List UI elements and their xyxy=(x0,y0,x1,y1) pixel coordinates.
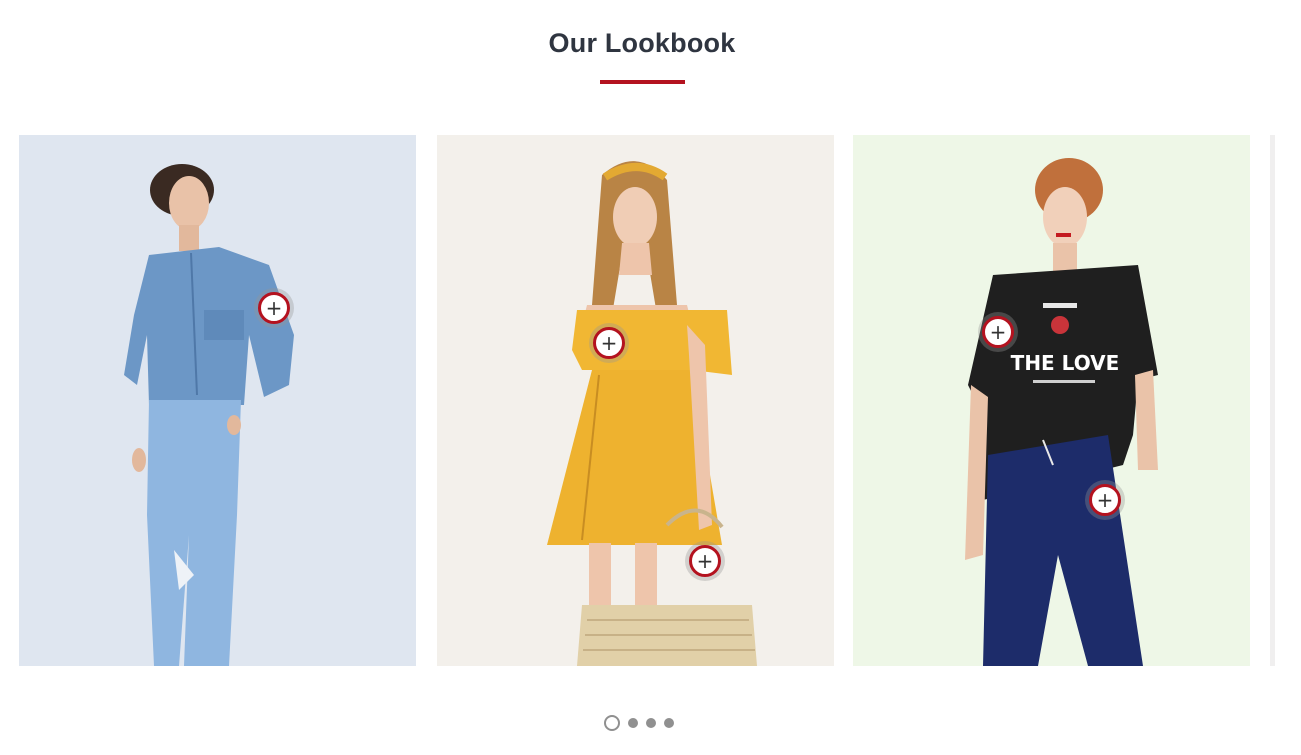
section-title: Our Lookbook xyxy=(548,28,736,58)
plus-icon: + xyxy=(593,327,625,359)
product-hotspot[interactable]: + xyxy=(978,312,1018,352)
plus-icon: + xyxy=(1089,484,1121,516)
carousel-dot-3[interactable] xyxy=(646,718,656,728)
product-hotspot[interactable]: + xyxy=(254,288,294,328)
model-yellow-dress-image xyxy=(547,161,757,666)
lookbook-card-yellow-dress[interactable]: + + xyxy=(437,135,834,666)
model-denim-image xyxy=(124,164,294,666)
svg-text:THE LOVE: THE LOVE xyxy=(1011,351,1120,375)
title-underline xyxy=(600,80,685,84)
carousel-pagination xyxy=(604,715,674,731)
lookbook-card-black-tee[interactable]: THE LOVE + + xyxy=(853,135,1250,666)
carousel-dot-2[interactable] xyxy=(628,718,638,728)
next-card-peek xyxy=(1270,135,1275,666)
product-hotspot[interactable]: + xyxy=(685,541,725,581)
product-hotspot[interactable]: + xyxy=(589,323,629,363)
model-black-tee-image: THE LOVE xyxy=(965,158,1158,666)
plus-icon: + xyxy=(689,545,721,577)
plus-icon: + xyxy=(982,316,1014,348)
carousel-dot-1[interactable] xyxy=(604,715,620,731)
lookbook-card-denim[interactable]: + xyxy=(19,135,416,666)
plus-icon: + xyxy=(258,292,290,324)
carousel-dot-4[interactable] xyxy=(664,718,674,728)
product-hotspot[interactable]: + xyxy=(1085,480,1125,520)
